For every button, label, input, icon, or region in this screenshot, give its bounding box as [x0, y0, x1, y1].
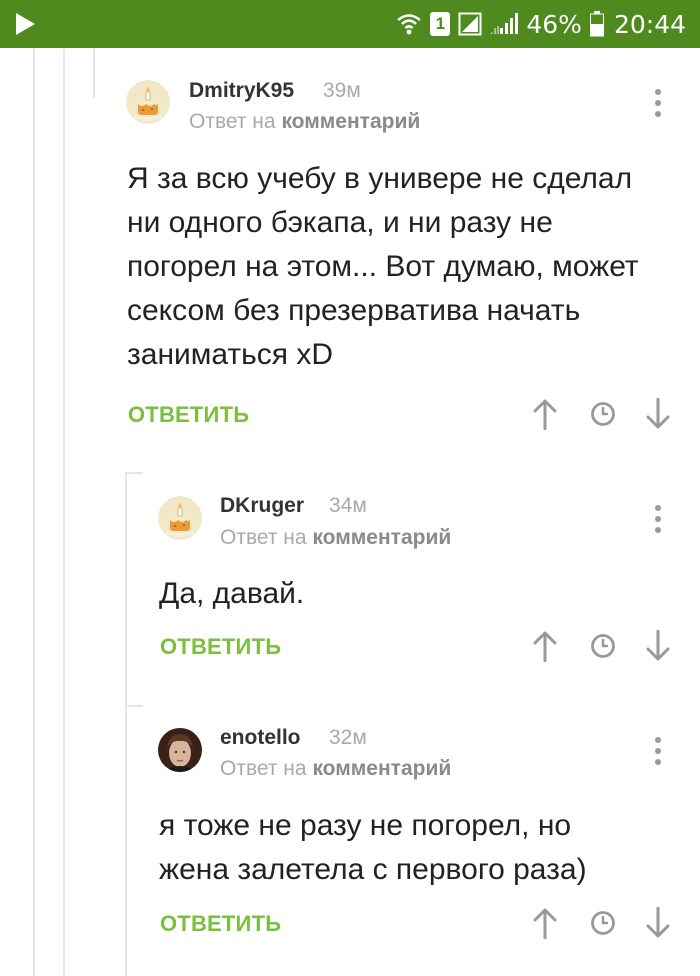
arrow-up-icon[interactable]	[532, 398, 558, 430]
arrow-up-icon[interactable]	[532, 630, 558, 662]
thread-connector	[125, 705, 143, 707]
thread-line	[33, 48, 35, 976]
comment-text-line: заниматься xD	[127, 338, 334, 371]
cake-avatar-icon	[158, 496, 202, 540]
reply-button[interactable]: ОТВЕТИТЬ	[160, 911, 281, 937]
battery-icon	[589, 11, 604, 37]
thread-line	[63, 48, 65, 976]
status-bar: 1 .ıl 46% 20:44	[0, 0, 700, 48]
comment-text: Да, давай.	[159, 572, 679, 616]
wifi-icon	[397, 14, 422, 35]
cell-signal-icon: .ıl	[490, 13, 519, 36]
clock-time: 20:44	[613, 9, 686, 39]
reply-prefix: Ответ на	[220, 757, 307, 780]
arrow-up-icon[interactable]	[532, 907, 558, 939]
comment-text-line: я тоже не разу не погорел, но	[159, 809, 572, 842]
comment-author[interactable]: DKruger	[220, 494, 304, 518]
svg-text:.ıl: .ıl	[490, 24, 500, 36]
clock-icon[interactable]	[590, 633, 616, 659]
reply-button[interactable]: ОТВЕТИТЬ	[160, 634, 281, 660]
clock-icon[interactable]	[590, 401, 616, 427]
reply-prefix: Ответ на	[220, 526, 307, 549]
signal-box-icon	[458, 12, 482, 36]
avatar[interactable]	[126, 80, 170, 124]
comment-age: 39м	[323, 79, 361, 102]
user-photo-avatar	[158, 728, 202, 772]
comment-text-line: жена залетела с первого раза)	[159, 853, 587, 886]
reply-target-link[interactable]: комментарий	[312, 526, 451, 549]
thread-line	[93, 48, 95, 98]
comment-author[interactable]: DmitryK95	[189, 79, 294, 103]
comment-text-line: сексом без презерватива начать	[127, 294, 581, 327]
more-vertical-icon[interactable]	[654, 89, 662, 117]
avatar[interactable]	[158, 728, 202, 772]
avatar[interactable]	[158, 496, 202, 540]
reply-target-link[interactable]: комментарий	[312, 757, 451, 780]
reply-context[interactable]: Ответ на комментарий	[189, 110, 420, 134]
sim-slot-badge: 1	[430, 12, 451, 36]
reply-button[interactable]: ОТВЕТИТЬ	[128, 402, 249, 428]
battery-percent: 46%	[526, 9, 582, 39]
comment-text-line: Я за всю учебу в универе не сделал	[127, 162, 633, 195]
thread-line	[125, 472, 127, 976]
cake-avatar-icon	[126, 80, 170, 124]
clock-icon[interactable]	[590, 910, 616, 936]
comment-age: 34м	[329, 494, 367, 517]
more-vertical-icon[interactable]	[654, 505, 662, 533]
comment-text: я тоже не разу не погорел, но жена залет…	[159, 804, 679, 892]
more-vertical-icon[interactable]	[654, 737, 662, 765]
comment-text-line: ни одного бэкапа, и ни разу не	[127, 206, 553, 239]
reply-prefix: Ответ на	[189, 110, 276, 133]
play-icon	[16, 13, 35, 35]
comment-author[interactable]: enotello	[220, 726, 301, 750]
arrow-down-icon[interactable]	[645, 398, 671, 430]
reply-context[interactable]: Ответ на комментарий	[220, 526, 451, 550]
thread-connector	[125, 472, 143, 474]
comment-age: 32м	[329, 726, 367, 749]
reply-target-link[interactable]: комментарий	[281, 110, 420, 133]
arrow-down-icon[interactable]	[645, 630, 671, 662]
comment-text: Я за всю учебу в универе не сделал ни од…	[127, 157, 687, 377]
comment-text-line: погорел на этом... Вот думаю, может	[127, 250, 639, 283]
comment-text-line: Да, давай.	[159, 577, 305, 610]
reply-context[interactable]: Ответ на комментарий	[220, 757, 451, 781]
arrow-down-icon[interactable]	[645, 907, 671, 939]
